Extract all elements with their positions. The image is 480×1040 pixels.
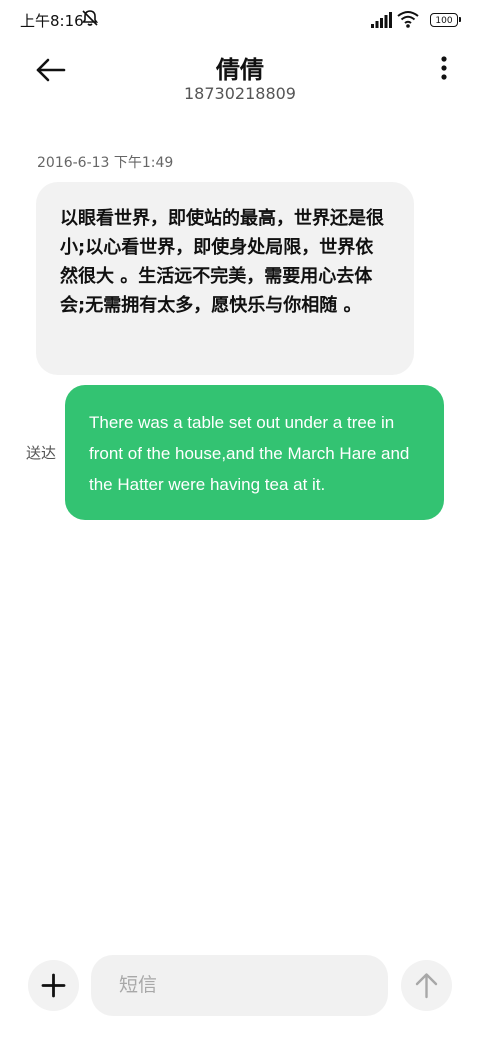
status-bar: 上午8:16 100 (0, 0, 480, 40)
contact-number: 18730218809 (184, 84, 296, 103)
attach-button[interactable] (28, 960, 79, 1011)
send-button[interactable] (401, 960, 452, 1011)
send-arrow-icon (415, 973, 438, 999)
incoming-message-bubble[interactable]: 以眼看世界，即使站的最高，世界还是很小;以心看世界，即使身处局限，世界依然很大 … (36, 182, 414, 375)
message-timestamp: 2016-6-13 下午1:49 (37, 155, 174, 171)
message-input[interactable]: 短信 (91, 955, 388, 1016)
delivery-status: 送达 (26, 444, 57, 462)
signal-icon (371, 12, 392, 28)
conversation-header: 倩倩 18730218809 (0, 40, 480, 110)
status-time: 上午8:16 (20, 12, 84, 30)
plus-icon (41, 973, 66, 998)
contact-name: 倩倩 (216, 56, 264, 84)
wifi-icon (397, 11, 419, 28)
outgoing-message-bubble[interactable]: There was a table set out under a tree i… (65, 385, 444, 520)
more-options-button[interactable] (438, 54, 450, 86)
more-vertical-icon (441, 56, 447, 80)
mute-icon (81, 10, 99, 26)
battery-icon: 100 (430, 13, 461, 27)
